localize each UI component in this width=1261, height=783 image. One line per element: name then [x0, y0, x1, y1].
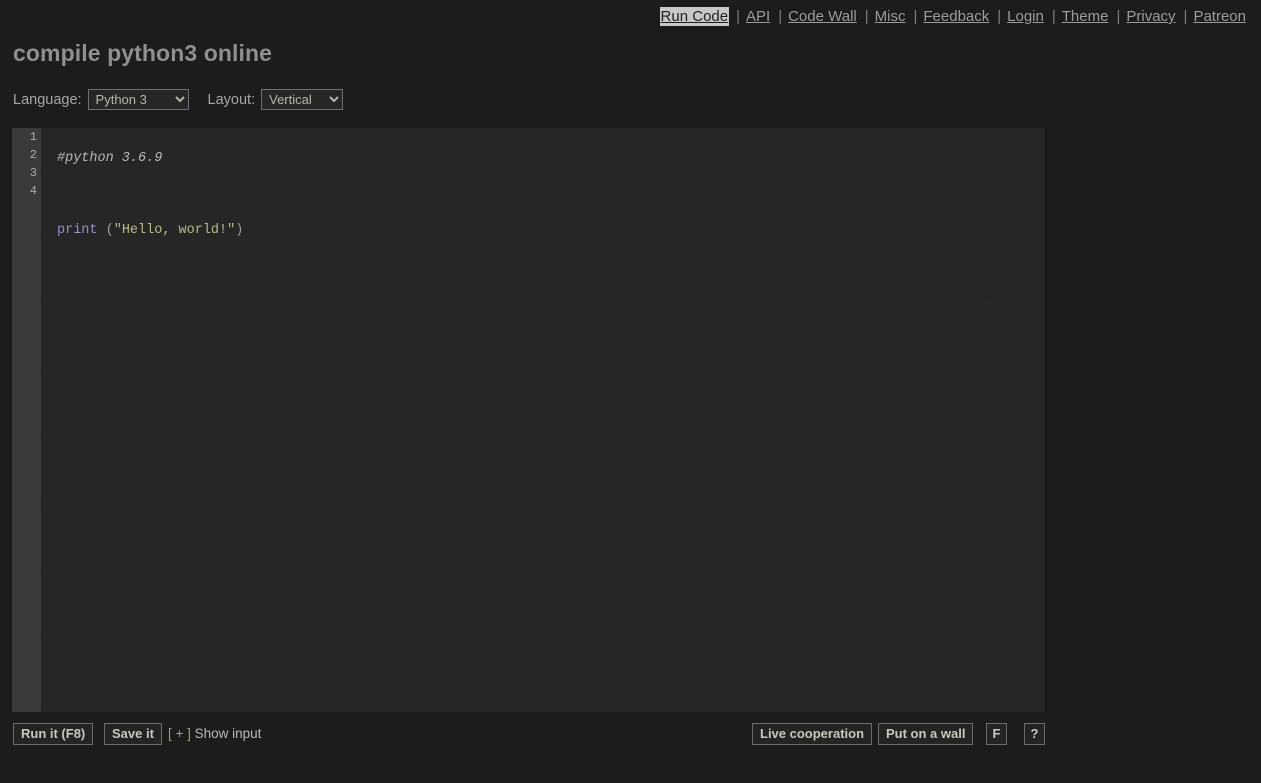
code-close-paren: )	[235, 223, 244, 238]
code-open-paren: (	[97, 223, 114, 238]
code-editor[interactable]: 1 2 3 4 #python 3.6.9 print ("Hello, wor…	[12, 128, 1046, 712]
nav-separator: |	[1183, 8, 1188, 25]
nav-link-misc[interactable]: Misc	[874, 7, 907, 26]
layout-select[interactable]: Vertical	[261, 89, 344, 110]
layout-label: Layout:	[207, 91, 256, 108]
code-content[interactable]: #python 3.6.9 print ("Hello, world!")	[41, 128, 243, 312]
nav-separator: |	[1116, 8, 1121, 25]
plus-icon: [ + ]	[168, 726, 191, 741]
line-number-gutter: 1 2 3 4	[12, 128, 41, 712]
nav-separator: |	[736, 8, 740, 25]
code-line[interactable]: #python 3.6.9	[57, 150, 243, 168]
nav-link-run-code[interactable]: Run Code	[659, 7, 730, 26]
editor-controls: Language: Python 3 Layout: Vertical	[13, 89, 344, 110]
nav-link-api[interactable]: API	[745, 7, 771, 26]
line-number: 1	[29, 130, 37, 144]
code-keyword-print: print	[57, 223, 98, 238]
put-on-a-wall-button[interactable]: Put on a wall	[878, 723, 974, 745]
nav-link-privacy[interactable]: Privacy	[1125, 7, 1176, 26]
code-comment: #python 3.6.9	[57, 151, 163, 166]
code-line[interactable]: print ("Hello, world!")	[57, 222, 243, 240]
code-line[interactable]	[57, 258, 243, 276]
nav-separator: |	[864, 8, 869, 25]
bottom-toolbar: Run it (F8) Save it [ + ] Show input Liv…	[0, 723, 1058, 749]
code-line[interactable]	[57, 186, 243, 204]
nav-separator: |	[778, 8, 783, 25]
show-input-label: Show input	[190, 726, 262, 741]
nav-link-feedback[interactable]: Feedback	[922, 7, 990, 26]
nav-separator: |	[1051, 8, 1056, 25]
language-select[interactable]: Python 3	[87, 89, 189, 110]
run-button[interactable]: Run it (F8)	[13, 723, 94, 745]
help-button[interactable]: ?	[1024, 723, 1045, 745]
show-input-toggle[interactable]: [ + ] Show input	[168, 723, 261, 745]
nav-link-theme[interactable]: Theme	[1061, 7, 1110, 26]
nav-link-code-wall[interactable]: Code Wall	[787, 7, 858, 26]
live-cooperation-button[interactable]: Live cooperation	[752, 723, 873, 745]
page-title: compile python3 online	[13, 40, 273, 66]
save-button[interactable]: Save it	[104, 723, 162, 745]
nav-link-patreon[interactable]: Patreon	[1192, 7, 1247, 26]
top-navigation: Run Code | API | Code Wall | Misc | Feed…	[0, 0, 1261, 33]
language-label: Language:	[13, 91, 82, 108]
line-number: 2	[29, 148, 37, 162]
line-number: 4	[29, 184, 37, 198]
line-number: 3	[29, 166, 37, 180]
fullscreen-button[interactable]: F	[986, 723, 1007, 745]
code-string: "Hello, world!"	[113, 223, 236, 238]
nav-separator: |	[997, 8, 1002, 25]
nav-link-login[interactable]: Login	[1006, 7, 1045, 26]
nav-separator: |	[913, 8, 918, 25]
